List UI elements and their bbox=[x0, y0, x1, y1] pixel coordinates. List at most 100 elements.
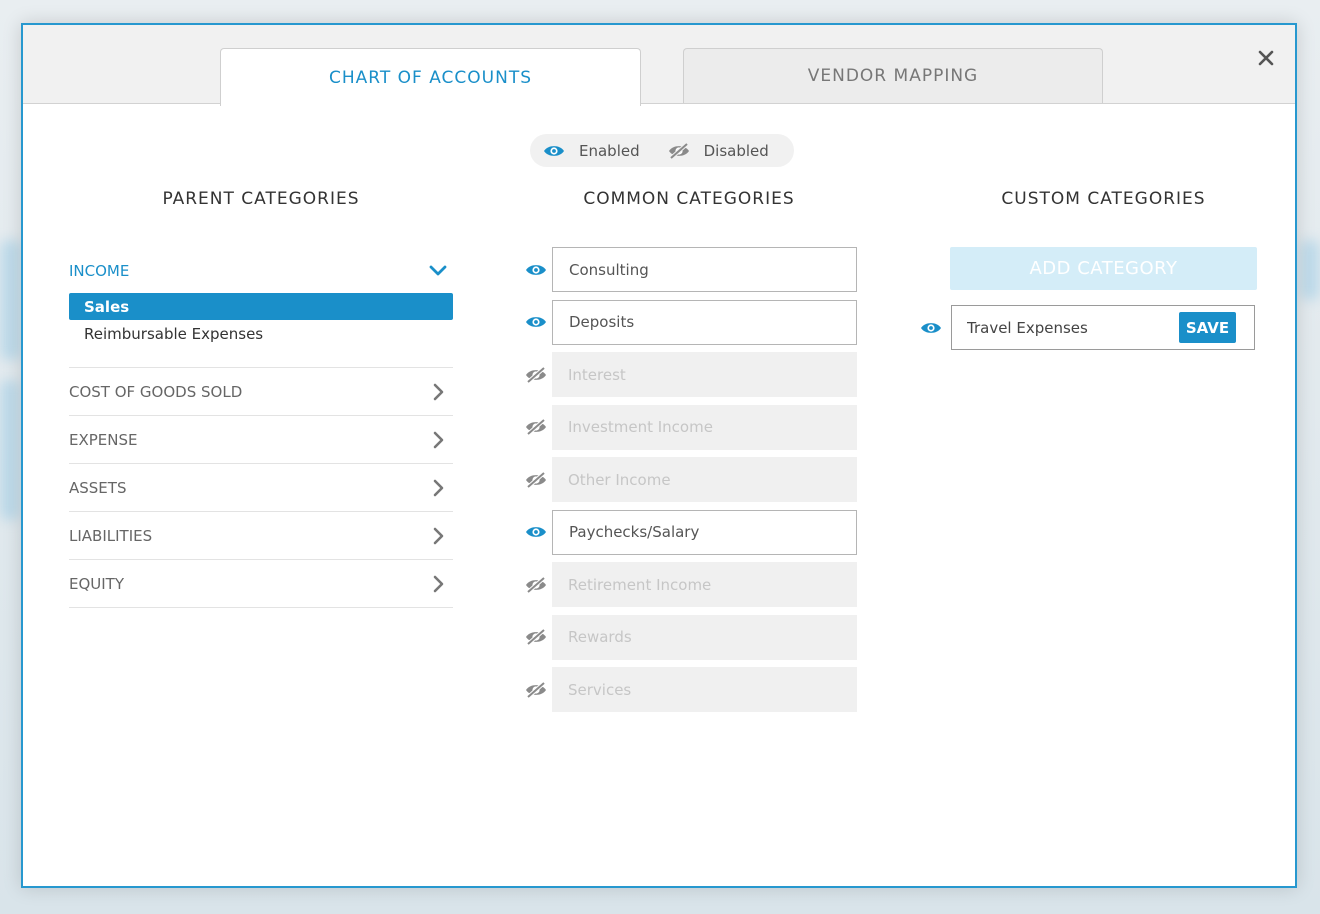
save-label: SAVE bbox=[1185, 318, 1230, 337]
eye-icon bbox=[526, 264, 546, 275]
parent-category-label: ASSETS bbox=[69, 478, 127, 497]
chevron-down-icon bbox=[429, 265, 447, 276]
common-category-row: Deposits bbox=[521, 299, 857, 345]
visibility-toggle[interactable] bbox=[521, 263, 551, 277]
legend-enabled-label: Enabled bbox=[579, 141, 640, 160]
tab-vendor-mapping[interactable]: VENDOR MAPPING bbox=[683, 48, 1103, 103]
common-category-row: Investment Income bbox=[521, 404, 857, 450]
parent-category-label: COST OF GOODS SOLD bbox=[69, 382, 243, 401]
common-category-label: Deposits bbox=[569, 313, 635, 331]
custom-category-field: SAVE bbox=[951, 305, 1255, 350]
subcategory-label: Reimbursable Expenses bbox=[84, 324, 264, 343]
common-category-item[interactable]: Deposits bbox=[552, 299, 857, 345]
common-category-item[interactable]: Consulting bbox=[552, 247, 857, 292]
add-category-button[interactable]: ADD CATEGORY bbox=[950, 247, 1257, 290]
backdrop-shape bbox=[0, 240, 22, 360]
custom-category-row: SAVE bbox=[919, 305, 1255, 350]
legend-disabled: Disabled bbox=[668, 142, 769, 160]
legend-disabled-label: Disabled bbox=[703, 141, 769, 160]
common-category-row: Interest bbox=[521, 352, 857, 397]
common-categories-heading: COMMON CATEGORIES bbox=[583, 189, 795, 209]
legend-enabled: Enabled bbox=[543, 142, 640, 160]
visibility-toggle[interactable] bbox=[521, 366, 551, 383]
visibility-toggle[interactable] bbox=[521, 576, 551, 593]
save-button[interactable]: SAVE bbox=[1179, 312, 1236, 343]
visibility-toggle[interactable] bbox=[521, 629, 551, 645]
close-button[interactable] bbox=[1255, 47, 1277, 69]
chevron-right-icon bbox=[433, 575, 444, 592]
eye-slash-icon bbox=[526, 419, 546, 435]
visibility-toggle[interactable] bbox=[919, 321, 943, 335]
backdrop-shape bbox=[0, 380, 20, 520]
common-category-item[interactable]: Paychecks/Salary bbox=[552, 509, 857, 555]
common-category-row: Paychecks/Salary bbox=[521, 509, 857, 555]
parent-category-income[interactable]: INCOME bbox=[69, 249, 453, 293]
tab-label: CHART OF ACCOUNTS bbox=[329, 67, 532, 88]
subcategory-sales[interactable]: Sales bbox=[69, 293, 453, 320]
common-category-row: Services bbox=[521, 667, 857, 712]
eye-slash-icon bbox=[526, 576, 546, 593]
visibility-toggle[interactable] bbox=[521, 681, 551, 698]
parent-category-label: LIABILITIES bbox=[69, 526, 153, 545]
subcategory-reimbursable-expenses[interactable]: Reimbursable Expenses bbox=[69, 320, 453, 347]
common-categories-list: Consulting Deposits Interest Investment Inc… bbox=[521, 247, 857, 720]
parent-categories-heading: PARENT CATEGORIES bbox=[162, 189, 360, 209]
parent-category-label: INCOME bbox=[69, 262, 130, 280]
chevron-right-icon bbox=[433, 527, 444, 544]
custom-category-input[interactable] bbox=[967, 318, 1167, 337]
common-category-label: Other Income bbox=[568, 470, 671, 489]
tab-bar: CHART OF ACCOUNTS VENDOR MAPPING bbox=[23, 25, 1295, 106]
add-category-label: ADD CATEGORY bbox=[1029, 258, 1178, 279]
income-subcategories: Sales Reimbursable Expenses bbox=[69, 293, 453, 368]
eye-slash-icon bbox=[526, 471, 546, 488]
common-category-row: Other Income bbox=[521, 457, 857, 502]
common-category-label: Retirement Income bbox=[568, 575, 712, 594]
common-category-label: Consulting bbox=[569, 260, 649, 279]
visibility-toggle[interactable] bbox=[521, 525, 551, 539]
parent-category-expense[interactable]: EXPENSE bbox=[69, 416, 453, 464]
close-icon bbox=[1258, 50, 1274, 66]
chevron-right-icon bbox=[433, 479, 444, 496]
eye-icon bbox=[526, 317, 546, 327]
parent-categories-list: INCOME Sales Reimbursable Expenses COST … bbox=[69, 249, 453, 608]
eye-icon bbox=[921, 322, 941, 333]
common-category-item[interactable]: Other Income bbox=[552, 457, 857, 502]
common-category-item[interactable]: Interest bbox=[552, 352, 857, 397]
tab-label: VENDOR MAPPING bbox=[807, 66, 979, 86]
eye-icon bbox=[544, 145, 564, 156]
common-category-row: Retirement Income bbox=[521, 562, 857, 607]
common-category-row: Consulting bbox=[521, 247, 857, 292]
visibility-toggle[interactable] bbox=[521, 315, 551, 329]
eye-slash-icon bbox=[668, 142, 689, 159]
common-category-item[interactable]: Investment Income bbox=[552, 404, 857, 450]
common-category-item[interactable]: Retirement Income bbox=[552, 562, 857, 607]
eye-slash-icon bbox=[526, 681, 546, 698]
chevron-right-icon bbox=[433, 383, 444, 400]
parent-category-assets[interactable]: ASSETS bbox=[69, 464, 453, 512]
chart-of-accounts-modal: CHART OF ACCOUNTS VENDOR MAPPING Enabled bbox=[21, 23, 1297, 888]
visibility-toggle[interactable] bbox=[521, 419, 551, 435]
tab-chart-of-accounts[interactable]: CHART OF ACCOUNTS bbox=[220, 48, 641, 106]
common-category-item[interactable]: Rewards bbox=[552, 614, 857, 660]
common-category-row: Rewards bbox=[521, 614, 857, 660]
visibility-legend: Enabled Disabled bbox=[530, 134, 794, 167]
common-category-label: Paychecks/Salary bbox=[569, 523, 700, 541]
common-category-label: Services bbox=[568, 680, 632, 699]
parent-category-liabilities[interactable]: LIABILITIES bbox=[69, 512, 453, 560]
subcategory-label: Sales bbox=[84, 297, 130, 316]
eye-slash-icon bbox=[526, 629, 546, 645]
parent-category-cost-of-goods-sold[interactable]: COST OF GOODS SOLD bbox=[69, 368, 453, 416]
backdrop-shape bbox=[1300, 240, 1320, 300]
custom-categories-heading: CUSTOM CATEGORIES bbox=[1001, 189, 1206, 209]
visibility-toggle[interactable] bbox=[521, 471, 551, 488]
chevron-right-icon bbox=[433, 431, 444, 448]
eye-icon bbox=[526, 527, 546, 537]
common-category-label: Interest bbox=[568, 365, 626, 384]
parent-category-label: EQUITY bbox=[69, 574, 125, 593]
common-category-label: Rewards bbox=[568, 628, 632, 646]
eye-slash-icon bbox=[526, 366, 546, 383]
common-category-label: Investment Income bbox=[568, 418, 713, 436]
parent-category-equity[interactable]: EQUITY bbox=[69, 560, 453, 608]
parent-category-label: EXPENSE bbox=[69, 430, 138, 449]
common-category-item[interactable]: Services bbox=[552, 667, 857, 712]
